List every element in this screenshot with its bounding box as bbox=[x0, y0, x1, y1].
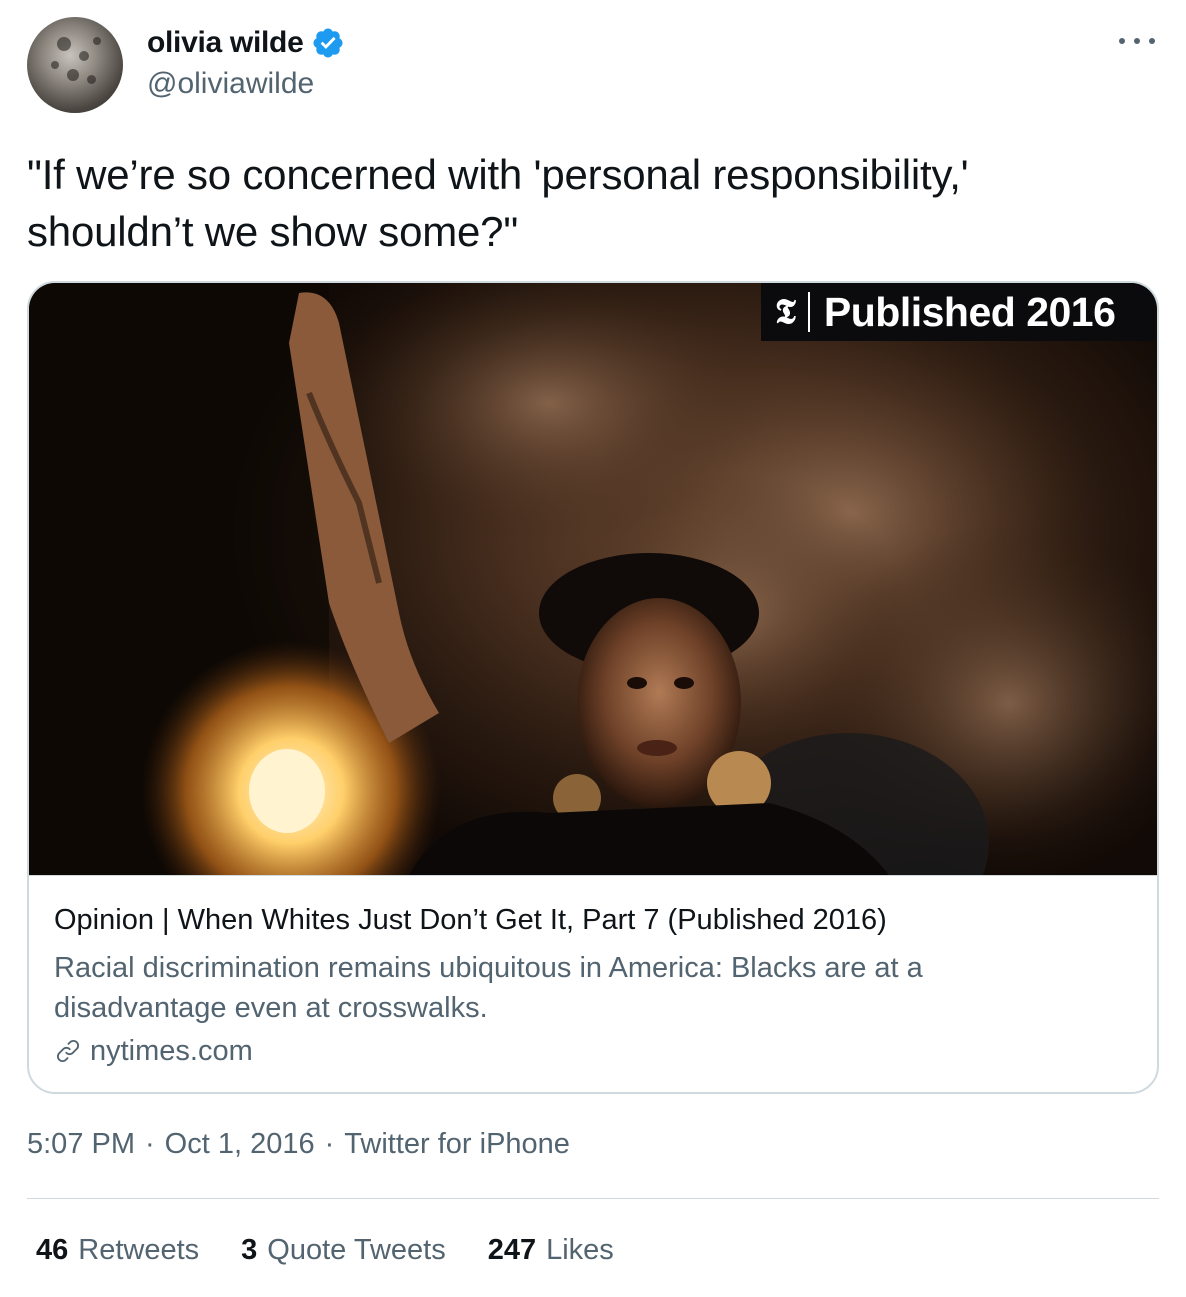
nyt-logo-icon: 𝕿 bbox=[775, 292, 796, 332]
divider bbox=[27, 1198, 1159, 1199]
tweet-source[interactable]: Twitter for iPhone bbox=[344, 1128, 570, 1161]
tweet-meta: 5:07 PM · Oct 1, 2016 · Twitter for iPho… bbox=[27, 1128, 570, 1161]
tweet-header: olivia wilde @oliviawilde bbox=[27, 17, 1159, 113]
link-icon bbox=[56, 1039, 80, 1063]
card-title[interactable]: Opinion | When Whites Just Don’t Get It,… bbox=[54, 904, 887, 937]
tweet-text-line: shouldn’t we show some?" bbox=[27, 208, 519, 255]
tweet-text-line: "If we’re so concerned with 'personal re… bbox=[27, 151, 969, 198]
quote-tweets-stat[interactable]: 3 Quote Tweets bbox=[241, 1234, 446, 1267]
meta-separator: · bbox=[324, 1128, 335, 1160]
card-domain-text: nytimes.com bbox=[90, 1034, 253, 1067]
tweet-date[interactable]: Oct 1, 2016 bbox=[165, 1128, 315, 1161]
card-description-line: Racial discrimination remains ubiquitous… bbox=[54, 952, 923, 984]
retweets-count: 46 bbox=[36, 1234, 69, 1266]
card-photo bbox=[29, 283, 1157, 875]
avatar[interactable] bbox=[27, 17, 123, 113]
author-name[interactable]: olivia wilde bbox=[147, 26, 304, 60]
likes-count: 247 bbox=[487, 1234, 537, 1266]
likes-label: Likes bbox=[546, 1234, 614, 1266]
quotes-label: Quote Tweets bbox=[267, 1234, 446, 1266]
badge-separator bbox=[807, 292, 810, 332]
card-domain[interactable]: nytimes.com bbox=[54, 1033, 253, 1069]
meta-separator: · bbox=[145, 1128, 155, 1160]
published-badge: 𝕿 Published 2016 bbox=[761, 283, 1155, 341]
retweets-stat[interactable]: 46 Retweets bbox=[36, 1234, 199, 1267]
card-image[interactable]: 𝕿 Published 2016 bbox=[29, 283, 1157, 875]
tweet-text: "If we’re so concerned with 'personal re… bbox=[27, 146, 1157, 260]
author-handle[interactable]: @oliviawilde bbox=[147, 67, 314, 101]
card-description-line: disadvantage even at crosswalks. bbox=[54, 992, 488, 1024]
tweet-stats: 46 Retweets 3 Quote Tweets 247 Likes bbox=[36, 1234, 656, 1267]
more-options-icon[interactable] bbox=[1119, 31, 1155, 51]
card-description: Racial discrimination remains ubiquitous… bbox=[54, 948, 1114, 1028]
tweet-time[interactable]: 5:07 PM bbox=[27, 1128, 135, 1161]
author-row: olivia wilde bbox=[147, 23, 345, 63]
quotes-count: 3 bbox=[241, 1234, 258, 1266]
retweets-label: Retweets bbox=[78, 1234, 200, 1266]
likes-stat[interactable]: 247 Likes bbox=[488, 1234, 614, 1267]
link-card[interactable]: 𝕿 Published 2016 Opinion | When Whites J… bbox=[27, 281, 1159, 1094]
verified-badge-icon bbox=[313, 28, 343, 58]
card-divider bbox=[29, 875, 1157, 876]
badge-text: Published 2016 bbox=[823, 288, 1116, 335]
